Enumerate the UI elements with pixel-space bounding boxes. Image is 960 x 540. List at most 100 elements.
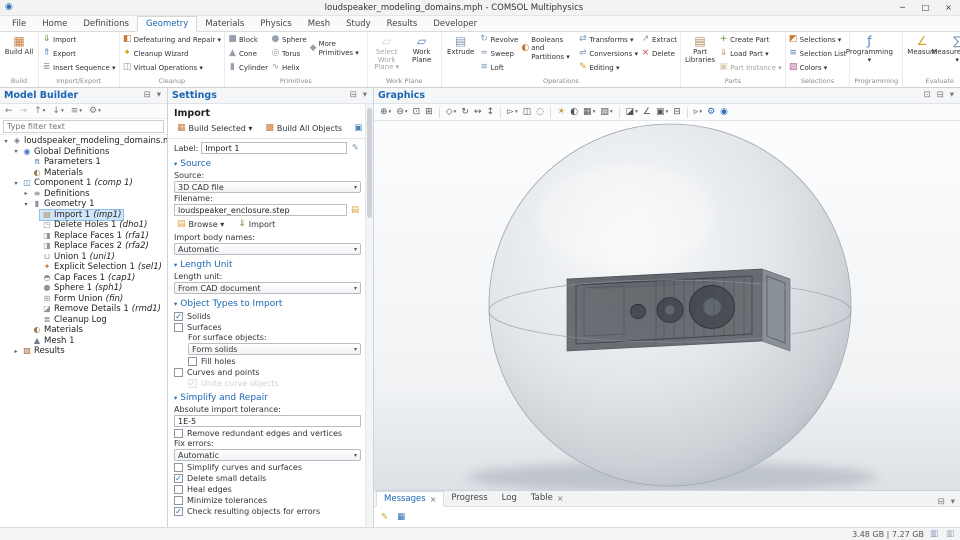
tree-item-cleanup-log[interactable]: ≣Cleanup Log [0,315,167,326]
tree-item-replace-faces-1[interactable]: ◨Replace Faces 1(rfa1) [0,231,167,242]
select-icon[interactable]: ▻▾ [505,107,520,118]
checkbox-check-resulting-objects-for-errors[interactable]: ✓Check resulting objects for errors [174,506,361,516]
show-options-icon[interactable]: ≡▾ [69,106,84,117]
ribbon-export[interactable]: ⇑Export [41,47,117,60]
ribbon-tab-home[interactable]: Home [34,17,75,31]
panel-menu-icon[interactable]: ▾ [948,91,956,100]
ribbon-extrude[interactable]: ▤Extrude [444,33,478,76]
pan-view-icon[interactable]: ↔ [472,107,484,118]
ribbon-more-primitives[interactable]: ◆More Primitives ▾ [309,35,365,62]
section-header-object-types-to-import[interactable]: ▾Object Types to Import [174,299,361,309]
rotate-view-icon[interactable]: ↻ [459,107,471,118]
tilt-view-icon[interactable]: ↕ [485,107,497,118]
new-message-icon[interactable]: ✎ [379,513,390,522]
scene-light-icon[interactable]: ☀ [555,107,567,118]
section-header-source[interactable]: ▾Source [174,159,361,169]
measure-tool-icon[interactable]: ∠ [641,107,653,118]
tab-progress[interactable]: Progress [444,490,494,506]
ribbon-tab-developer[interactable]: Developer [425,17,485,31]
ribbon-booleans-and-partitions[interactable]: ◐Booleans and Partitions ▾ [520,35,576,62]
tree-item-delete-holes-1[interactable]: ◳Delete Holes 1(dho1) [0,220,167,231]
move-down-icon[interactable]: ↓▾ [50,106,65,117]
close-tab-icon[interactable]: × [557,494,564,503]
button-import[interactable]: ⇓Import [235,219,278,230]
graphics-canvas[interactable] [374,121,960,490]
section-header-length-unit[interactable]: ▾Length Unit [174,260,361,270]
checkbox-minimize-tolerances[interactable]: Minimize tolerances [174,495,361,505]
minimize-button[interactable]: ─ [891,0,914,16]
ribbon-tab-definitions[interactable]: Definitions [75,17,137,31]
ribbon-cylinder[interactable]: ▮Cylinder [227,61,269,74]
ribbon-tab-mesh[interactable]: Mesh [300,17,338,31]
filename-input[interactable] [174,204,347,216]
clip-plane-icon[interactable]: ◪▾ [624,107,640,118]
tree-item-remove-details-1[interactable]: ◪Remove Details 1(rmd1) [0,304,167,315]
detach-panel-icon[interactable]: ⊡ [921,91,932,100]
file-browse-icon[interactable]: ▤ [349,206,361,215]
ribbon-insert-sequence[interactable]: ≣Insert Sequence ▾ [41,61,117,74]
memory-virtual-icon[interactable]: ▥ [944,530,956,539]
tab-table[interactable]: Table× [524,490,571,506]
rename-label-icon[interactable]: ✎ [350,144,361,153]
ribbon-block[interactable]: ■Block [227,33,269,46]
model-tree-settings-icon[interactable]: ⚙▾ [87,106,103,117]
transparency-icon[interactable]: ◐ [568,107,580,118]
tree-item-results[interactable]: ▸▨Results [0,346,167,357]
snapshot-icon[interactable]: ▣ [352,124,364,133]
tree-item-mesh-1[interactable]: ▲Mesh 1 [0,336,167,347]
tree-item-import-1[interactable]: ▤Import 1(imp1) [0,210,167,221]
plot-settings-icon[interactable]: ⚙ [705,107,717,118]
move-up-icon[interactable]: ↑▾ [32,106,47,117]
collapse-panel-icon[interactable]: ⊟ [936,498,947,507]
for-surface-objects-select[interactable]: Form solids▾ [188,343,361,355]
ribbon-transforms[interactable]: ⇄Transforms ▾ [577,33,639,46]
ribbon-import[interactable]: ⇓Import [41,33,117,46]
tree-item-sphere-1[interactable]: ●Sphere 1(sph1) [0,283,167,294]
ribbon-measurements[interactable]: ∑Measurements ▾ [940,33,960,76]
button-build-all-objects[interactable]: ▩Build All Objects [262,123,345,134]
memory-physical-icon[interactable]: ▥ [928,530,940,539]
ribbon-colors[interactable]: ▨Colors ▾ [788,61,848,74]
ribbon-tab-file[interactable]: File [4,17,34,31]
checkbox-heal-edges[interactable]: Heal edges [174,484,361,494]
ribbon-conversions[interactable]: ⇌Conversions ▾ [577,47,639,60]
color-scene-icon[interactable]: ▨▾ [598,107,614,118]
ribbon-create-part[interactable]: +Create Part [718,33,783,46]
wireframe-icon[interactable]: ▦▾ [581,107,597,118]
tree-item-materials[interactable]: ◐Materials [0,168,167,179]
ribbon-tab-results[interactable]: Results [379,17,426,31]
tab-messages[interactable]: Messages× [376,491,444,507]
tree-item-component-1[interactable]: ▾◫Component 1(comp 1) [0,178,167,189]
checkbox-simplify-curves-and-surfaces[interactable]: Simplify curves and surfaces [174,462,361,472]
ribbon-part-instance[interactable]: ▣Part Instance ▾ [718,61,783,74]
checkbox-delete-small-details[interactable]: ✓Delete small details [174,473,361,483]
collapse-panel-icon[interactable]: ⊟ [935,91,946,100]
ribbon-tab-geometry[interactable]: Geometry [137,16,197,32]
panel-menu-icon[interactable]: ▾ [361,91,369,100]
collapse-panel-icon[interactable]: ⊟ [142,91,153,100]
ribbon-cleanup-wizard[interactable]: ✦Cleanup Wizard [122,47,222,60]
close-tab-icon[interactable]: × [430,495,437,504]
tree-item-parameters-1[interactable]: πParameters 1 [0,157,167,168]
tree-item-explicit-selection-1[interactable]: ✦Explicit Selection 1(sel1) [0,262,167,273]
checkbox-unite-curve-objects[interactable]: ✓Unite curve objects [188,378,361,388]
ribbon-selections[interactable]: ◩Selections ▾ [788,33,848,46]
ribbon-cone[interactable]: ▲Cone [227,47,269,60]
scrollbar-thumb[interactable] [367,108,372,218]
tree-filter-input[interactable] [3,120,164,133]
ribbon-extract[interactable]: ↗Extract [640,33,678,46]
button-browse[interactable]: ▤Browse ▾ [174,219,227,230]
zoom-in-icon[interactable]: ⊕▾ [378,107,393,118]
lasso-select-icon[interactable]: ◌ [534,107,546,118]
button-build-selected[interactable]: ▦Build Selected ▾ [174,123,255,134]
label-input[interactable] [201,142,347,154]
ribbon-sphere[interactable]: ●Sphere [270,33,308,46]
ribbon-torus[interactable]: ◎Torus [270,47,308,60]
ribbon-select-work-plane[interactable]: ▱Select Work Plane ▾ [370,33,404,76]
checkbox-remove-redundant-edges-and-vertices[interactable]: Remove redundant edges and vertices [174,428,361,438]
collapse-panel-icon[interactable]: ⊟ [348,91,359,100]
close-button[interactable]: × [937,0,960,16]
image-snapshot-icon[interactable]: ▣▾ [654,107,670,118]
ribbon-loft[interactable]: ≋Loft [479,61,520,74]
ribbon-editing[interactable]: ✎Editing ▾ [577,61,639,74]
